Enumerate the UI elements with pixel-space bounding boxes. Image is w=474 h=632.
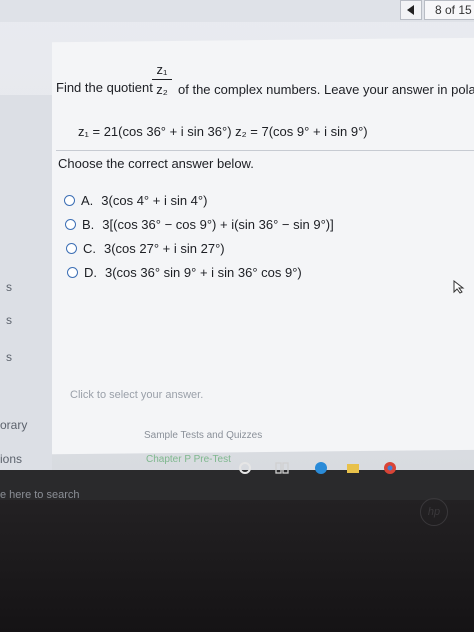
option-letter: A. bbox=[81, 192, 94, 208]
sample-tests-link[interactable]: Sample Tests and Quizzes bbox=[144, 430, 262, 441]
divider bbox=[56, 150, 474, 151]
option-text: 3(cos 36° sin 9° + i sin 36° cos 9°) bbox=[105, 264, 302, 280]
sidebar-label[interactable]: s bbox=[6, 280, 12, 294]
sidebar-label[interactable]: orary bbox=[0, 418, 27, 432]
chrome-icon[interactable] bbox=[383, 461, 397, 475]
option-letter: B. bbox=[82, 216, 95, 232]
sidebar-label[interactable]: s bbox=[6, 350, 12, 364]
chapter-pretest-link[interactable]: Chapter P Pre-Test bbox=[146, 454, 231, 465]
cortana-icon[interactable] bbox=[238, 461, 252, 475]
option-letter: C. bbox=[83, 240, 96, 256]
radio-button[interactable] bbox=[64, 194, 75, 206]
answer-option-b[interactable]: B. 3[(cos 36° − cos 9°) + i(sin 36° − si… bbox=[65, 215, 334, 233]
answer-option-a[interactable]: A. 3(cos 4° + i sin 4°) bbox=[64, 191, 207, 209]
select-answer-hint: Click to select your answer. bbox=[70, 389, 204, 401]
quotient-fraction: z₁ z₂ bbox=[152, 62, 172, 97]
radio-button[interactable] bbox=[65, 218, 76, 230]
question-suffix: of the complex numbers. Leave your answe… bbox=[178, 82, 474, 97]
file-explorer-icon[interactable] bbox=[346, 461, 360, 475]
answer-option-c[interactable]: C. 3(cos 27° + i sin 27°) bbox=[66, 239, 225, 257]
answer-option-d[interactable]: D. 3(cos 36° sin 9° + i sin 36° cos 9°) bbox=[67, 263, 302, 281]
fraction-denominator: z₂ bbox=[156, 82, 168, 97]
sidebar-label[interactable]: s bbox=[6, 313, 12, 327]
option-letter: D. bbox=[84, 264, 97, 280]
previous-question-button[interactable] bbox=[400, 0, 422, 20]
task-view-icon[interactable] bbox=[275, 461, 289, 475]
option-text: 3[(cos 36° − cos 9°) + i(sin 36° − sin 9… bbox=[102, 216, 334, 232]
given-values: z₁ = 21(cos 36° + i sin 36°) z₂ = 7(cos … bbox=[78, 124, 368, 139]
question-counter: 8 of 15 bbox=[424, 0, 474, 20]
option-text: 3(cos 27° + i sin 27°) bbox=[104, 240, 225, 256]
radio-button[interactable] bbox=[66, 242, 77, 254]
fraction-bar bbox=[152, 79, 172, 80]
radio-button[interactable] bbox=[67, 266, 78, 278]
sidebar-label[interactable]: ions bbox=[0, 452, 22, 466]
arrow-left-icon bbox=[407, 5, 414, 15]
option-text: 3(cos 4° + i sin 4°) bbox=[101, 192, 208, 208]
question-prefix: Find the quotient bbox=[56, 80, 153, 95]
laptop-bezel bbox=[0, 500, 474, 632]
fraction-numerator: z₁ bbox=[156, 62, 168, 77]
answer-prompt: Choose the correct answer below. bbox=[58, 156, 254, 171]
screen: 8 of 15 s s s orary ions Find the quotie… bbox=[0, 0, 474, 470]
hp-logo: hp bbox=[420, 498, 448, 526]
mouse-cursor-icon bbox=[453, 280, 465, 294]
edge-browser-icon[interactable] bbox=[314, 461, 328, 475]
